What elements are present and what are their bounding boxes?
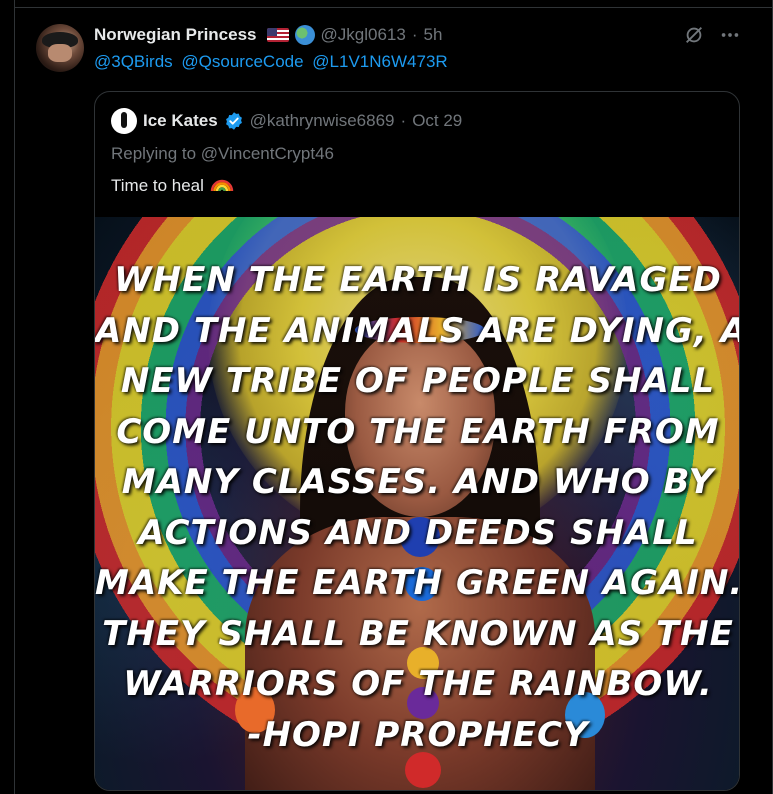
tweet-time[interactable]: 5h [424, 25, 443, 45]
more-icon[interactable] [719, 24, 741, 46]
reply-handle[interactable]: @VincentCrypt46 [201, 144, 334, 163]
quoted-handle[interactable]: @kathrynwise6869 [250, 111, 395, 131]
verified-badge-icon [224, 111, 244, 131]
divider [14, 7, 773, 8]
separator: · [400, 111, 407, 130]
image-caption: WHEN THE EARTH IS RAVAGED AND THE ANIMAL… [95, 255, 740, 760]
replying-to: Replying to @VincentCrypt46 [111, 144, 334, 164]
grok-icon[interactable] [683, 24, 705, 46]
image-caption-line: AND THE ANIMALS ARE DYING, A [95, 310, 740, 351]
separator: · [411, 25, 418, 44]
quoted-tweet[interactable]: Ice Kates @kathrynwise6869 · Oct 29 Repl… [94, 91, 740, 791]
quoted-avatar[interactable] [111, 108, 137, 134]
image-caption-line: WHEN THE EARTH IS RAVAGED [114, 260, 722, 300]
quoted-author-name[interactable]: Ice Kates [143, 111, 218, 131]
image-caption-line: ACTIONS AND DEEDS SHALL [138, 512, 698, 553]
image-caption-line: THEY SHALL BE KNOWN AS THE [102, 613, 734, 654]
reply-prefix: Replying to [111, 144, 197, 163]
rainbow-icon [210, 173, 234, 198]
author-name[interactable]: Norwegian Princess [94, 25, 257, 45]
quoted-text-body: Time to heal [111, 175, 204, 195]
us-flag-icon [266, 28, 289, 42]
mentions: @3QBirds @QsourceCode @L1V1N6W473R [94, 52, 452, 72]
quoted-text: Time to heal [111, 173, 234, 198]
image-caption-line: MAKE THE EARTH GREEN AGAIN. [95, 563, 740, 603]
quoted-header: Ice Kates @kathrynwise6869 · Oct 29 [111, 108, 462, 134]
image-caption-line: -HOPI PROPHECY [247, 714, 589, 755]
tweet-header: Norwegian Princess @Jkgl0613 · 5h [94, 24, 442, 46]
image-caption-line: MANY CLASSES. AND WHO BY [121, 462, 715, 502]
image-caption-line: WARRIORS OF THE RAINBOW. [123, 664, 713, 704]
quoted-image[interactable]: WHEN THE EARTH IS RAVAGED AND THE ANIMAL… [95, 217, 740, 790]
author-handle[interactable]: @Jkgl0613 [321, 25, 406, 45]
mention-link[interactable]: @L1V1N6W473R [312, 52, 447, 71]
quoted-date[interactable]: Oct 29 [412, 111, 462, 131]
globe-icon [294, 25, 315, 45]
avatar-face [48, 44, 72, 62]
mention-link[interactable]: @3QBirds [94, 52, 173, 71]
tweet-actions [683, 24, 741, 46]
author-avatar[interactable] [36, 24, 84, 72]
image-caption-line: COME UNTO THE EARTH FROM [116, 411, 720, 452]
mention-link[interactable]: @QsourceCode [181, 52, 303, 71]
image-caption-line: NEW TRIBE OF PEOPLE SHALL [120, 361, 716, 401]
